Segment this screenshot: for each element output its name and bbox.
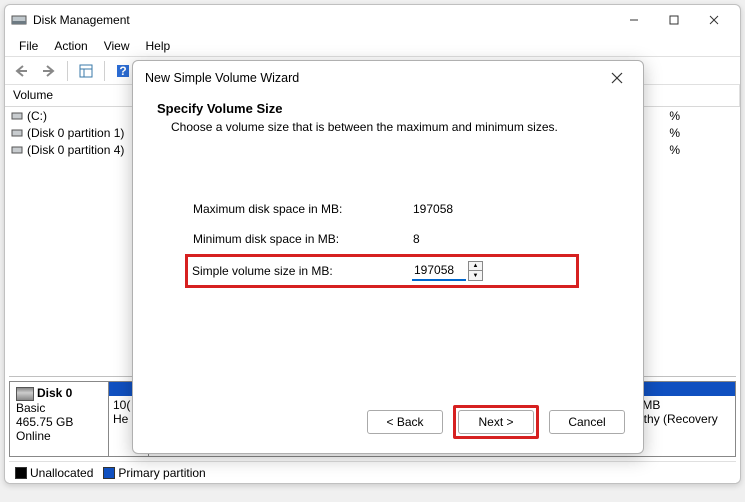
min-space-value: 8 — [413, 232, 420, 246]
volume-name: (Disk 0 partition 1) — [27, 126, 124, 140]
back-button[interactable]: < Back — [367, 410, 443, 434]
disk-icon — [11, 12, 27, 28]
spinner-down-icon[interactable]: ▼ — [469, 271, 482, 280]
volume-free: % — [669, 109, 680, 123]
disk-type: Basic — [16, 401, 102, 415]
next-button-highlight: Next > — [453, 405, 539, 439]
cancel-button[interactable]: Cancel — [549, 410, 625, 434]
legend: Unallocated Primary partition — [9, 461, 736, 483]
volume-icon — [11, 127, 23, 139]
titlebar: Disk Management — [5, 5, 740, 35]
spinner-up-icon[interactable]: ▲ — [469, 262, 482, 271]
wizard-body: Specify Volume Size Choose a volume size… — [133, 95, 643, 288]
max-space-label: Maximum disk space in MB: — [193, 202, 413, 216]
back-button[interactable] — [9, 59, 33, 83]
max-space-value: 197058 — [413, 202, 453, 216]
disk-status: Online — [16, 429, 102, 443]
legend-primary: Primary partition — [103, 466, 205, 480]
menubar: File Action View Help — [5, 35, 740, 57]
drive-icon — [16, 387, 34, 401]
legend-unallocated: Unallocated — [15, 466, 93, 480]
volume-free: % — [669, 126, 680, 140]
forward-button[interactable] — [37, 59, 61, 83]
volume-size-input[interactable] — [412, 261, 466, 281]
menu-action[interactable]: Action — [46, 37, 95, 55]
volume-icon — [11, 144, 23, 156]
next-button[interactable]: Next > — [458, 410, 534, 434]
disk-size: 465.75 GB — [16, 415, 102, 429]
minimize-button[interactable] — [614, 6, 654, 34]
volume-name: (Disk 0 partition 4) — [27, 143, 124, 157]
min-space-label: Minimum disk space in MB: — [193, 232, 413, 246]
volume-name: (C:) — [27, 109, 47, 123]
wizard-subtext: Choose a volume size that is between the… — [171, 120, 619, 134]
wizard-titlebar: New Simple Volume Wizard — [133, 61, 643, 95]
window-title: Disk Management — [33, 13, 614, 27]
disk-name: Disk 0 — [37, 386, 72, 400]
close-icon[interactable] — [603, 64, 631, 92]
maximize-button[interactable] — [654, 6, 694, 34]
close-button[interactable] — [694, 6, 734, 34]
size-row-highlight: Simple volume size in MB: ▲ ▼ — [185, 254, 579, 288]
volume-icon — [11, 110, 23, 122]
properties-icon[interactable] — [74, 59, 98, 83]
menu-view[interactable]: View — [96, 37, 138, 55]
wizard-heading: Specify Volume Size — [157, 101, 619, 116]
disk-info[interactable]: Disk 0 Basic 465.75 GB Online — [9, 381, 109, 457]
wizard-dialog: New Simple Volume Wizard Specify Volume … — [132, 60, 644, 454]
volume-size-spinner: ▲ ▼ — [412, 261, 483, 281]
wizard-buttons: < Back Next > Cancel — [367, 405, 625, 439]
wizard-title: New Simple Volume Wizard — [145, 71, 603, 85]
volume-free: % — [669, 143, 680, 157]
menu-help[interactable]: Help — [138, 37, 179, 55]
menu-file[interactable]: File — [11, 37, 46, 55]
svg-text:?: ? — [119, 64, 126, 78]
volume-size-label: Simple volume size in MB: — [192, 264, 412, 278]
